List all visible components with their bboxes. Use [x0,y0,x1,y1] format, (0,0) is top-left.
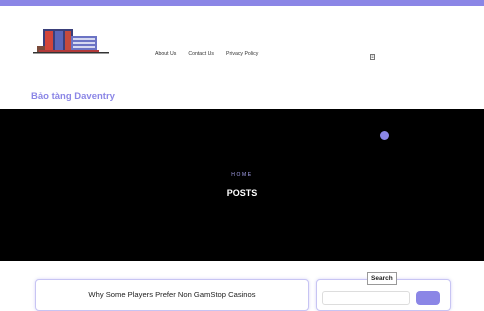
breadcrumb-home[interactable]: HOME [0,172,484,178]
nav-contact-us[interactable]: Contact Us [188,51,214,57]
search-icon[interactable] [370,54,375,60]
post-title-link[interactable]: Why Some Players Prefer Non GamStop Casi… [36,290,308,299]
top-accent-bar [0,0,484,6]
nav-privacy-policy[interactable]: Privacy Policy [226,51,258,57]
nav-about-us[interactable]: About Us [155,51,176,57]
page-title: POSTS [226,188,258,198]
page-hero: HOME POSTS [0,109,484,261]
primary-nav: About Us Contact Us Privacy Policy [155,51,258,57]
decorative-dot [380,131,389,140]
site-title[interactable]: Bảo tàng Daventry [31,91,115,102]
search-button[interactable] [416,291,440,305]
site-logo[interactable] [31,24,111,58]
post-card: Why Some Players Prefer Non GamStop Casi… [35,279,309,311]
search-widget-title: Search [367,272,397,285]
search-input[interactable] [322,291,410,305]
